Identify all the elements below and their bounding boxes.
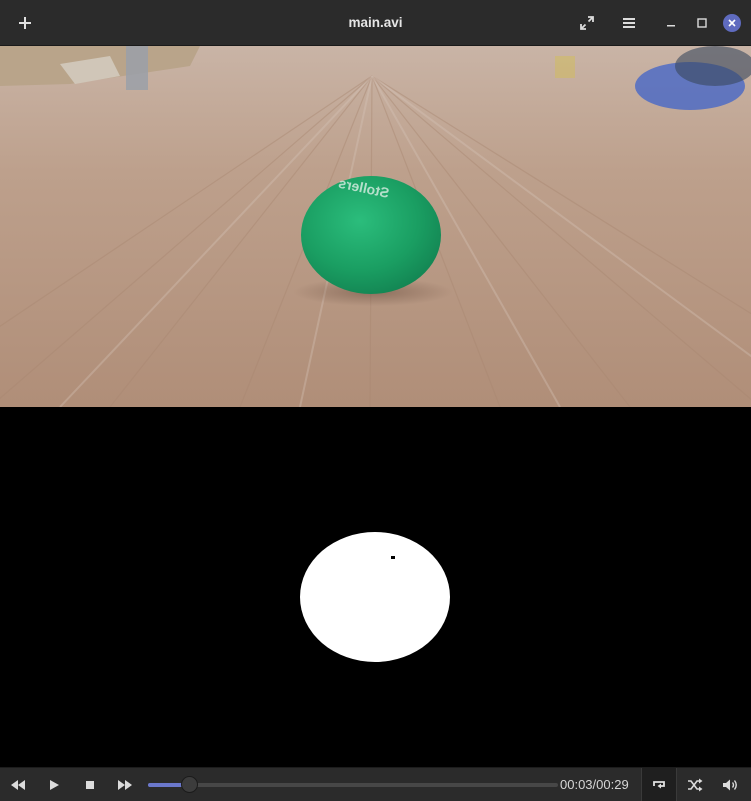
play-button[interactable] bbox=[37, 768, 71, 801]
shuffle-icon bbox=[688, 778, 703, 792]
plus-icon bbox=[19, 17, 31, 29]
playback-controls: 00:03 / 00:29 bbox=[0, 767, 751, 801]
title-bar: main.avi bbox=[0, 0, 751, 46]
rewind-icon bbox=[11, 780, 25, 790]
video-frame-mask bbox=[0, 407, 751, 767]
fast-forward-icon bbox=[118, 780, 132, 790]
mask-frame-image bbox=[0, 407, 751, 767]
play-icon bbox=[50, 780, 59, 790]
time-display: 00:03 / 00:29 bbox=[560, 768, 629, 801]
minimize-icon bbox=[667, 25, 675, 27]
volume-icon bbox=[723, 779, 737, 791]
menu-button[interactable] bbox=[611, 0, 647, 46]
minimize-button[interactable] bbox=[655, 0, 687, 46]
video-frame-camera: Stollers bbox=[0, 46, 751, 407]
shuffle-button[interactable] bbox=[678, 768, 712, 801]
stop-icon bbox=[86, 781, 94, 789]
volume-button[interactable] bbox=[714, 768, 748, 801]
ball-mask-blob bbox=[300, 532, 450, 662]
fullscreen-button[interactable] bbox=[569, 0, 605, 46]
maximize-button[interactable] bbox=[686, 0, 718, 46]
close-icon bbox=[728, 19, 736, 27]
fast-forward-button[interactable] bbox=[108, 768, 142, 801]
stop-button[interactable] bbox=[73, 768, 107, 801]
seek-bar[interactable] bbox=[148, 776, 558, 793]
repeat-icon bbox=[653, 781, 665, 789]
video-viewport[interactable]: Stollers bbox=[0, 46, 751, 767]
repeat-button[interactable] bbox=[641, 768, 677, 801]
rewind-button[interactable] bbox=[1, 768, 35, 801]
maximize-icon bbox=[697, 18, 707, 28]
close-circle bbox=[723, 14, 741, 32]
camera-frame-image: Stollers bbox=[0, 46, 751, 407]
close-button[interactable] bbox=[715, 0, 749, 46]
total-duration: 00:29 bbox=[596, 777, 629, 792]
elapsed-time: 00:03 bbox=[560, 777, 593, 792]
add-button[interactable] bbox=[7, 0, 43, 46]
fullscreen-arrows-icon bbox=[580, 16, 594, 30]
hamburger-menu-icon bbox=[623, 18, 635, 28]
seek-handle[interactable] bbox=[181, 776, 198, 793]
